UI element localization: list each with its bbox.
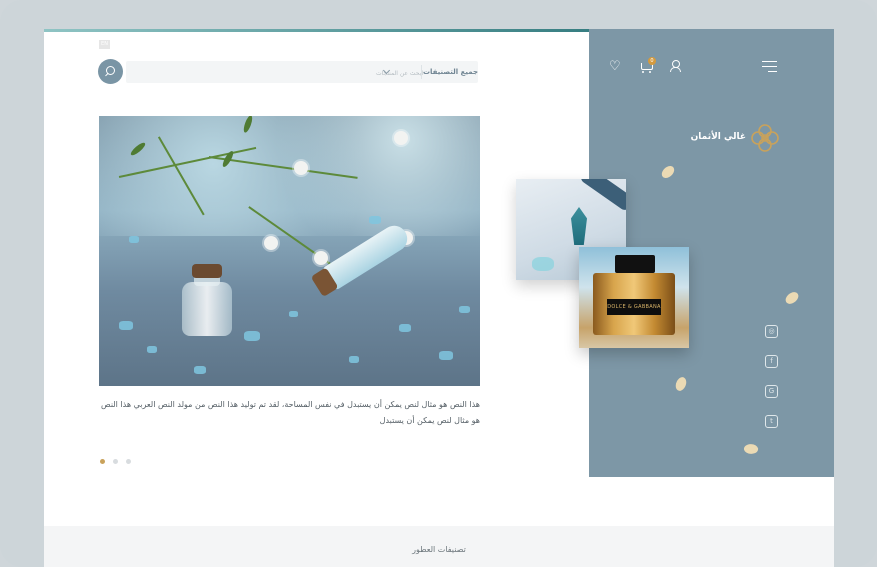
user-icon[interactable] <box>669 60 681 73</box>
glass-vial <box>182 264 232 336</box>
search-button[interactable] <box>98 59 123 84</box>
hero-description: هذا النص هو مثال لنص يمكن أن يستبدل في ن… <box>101 400 480 425</box>
petal-decoration <box>659 164 677 180</box>
brand-name: غالي الأثمان <box>690 132 746 142</box>
slider-dots <box>100 449 134 464</box>
category-select[interactable]: جميع التصنيفات <box>421 61 478 83</box>
menu-icon[interactable] <box>762 61 777 73</box>
slider-dot[interactable] <box>113 459 119 464</box>
instagram-icon[interactable]: ◎ <box>765 325 778 338</box>
language-switch[interactable]: EN <box>99 40 110 49</box>
page-screen: EN جميع التصنيفات <box>44 29 834 567</box>
search-field: جميع التصنيفات <box>126 61 478 83</box>
slider-dot[interactable] <box>126 459 132 464</box>
petal-decoration <box>742 442 760 456</box>
search-bar: جميع التصنيفات <box>98 59 480 84</box>
heart-icon[interactable]: ♡ <box>609 60 623 73</box>
google-plus-icon[interactable]: G <box>765 385 778 398</box>
device-frame: EN جميع التصنيفات <box>0 0 877 567</box>
petal-decoration <box>672 375 690 393</box>
cart-icon[interactable]: 0 <box>639 57 656 73</box>
petal-decoration <box>783 290 801 306</box>
facebook-icon[interactable]: f <box>765 355 778 368</box>
slider-dot[interactable] <box>100 459 105 464</box>
perfume-label: DOLCE & GABBANA <box>607 299 661 315</box>
categories-section: تصنيفات العطور <box>44 526 834 567</box>
search-input[interactable] <box>246 65 425 81</box>
hero-slide-image <box>99 116 480 386</box>
twitter-icon[interactable]: t <box>765 415 778 428</box>
logo-mark-icon <box>751 124 779 152</box>
product-image-perfume[interactable]: DOLCE & GABBANA <box>579 247 689 348</box>
brand-logo[interactable]: غالي الأثمان <box>691 122 781 154</box>
cart-count-badge: 0 <box>648 57 656 65</box>
section-title: تصنيفات العطور <box>412 545 466 554</box>
